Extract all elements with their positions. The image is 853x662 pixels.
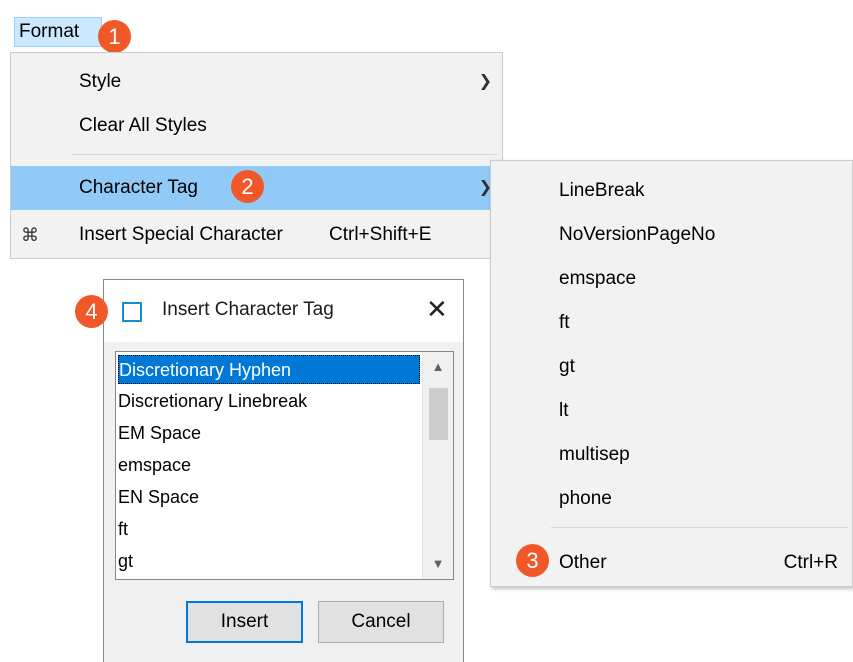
insert-button[interactable]: Insert xyxy=(186,601,303,643)
submenu-item[interactable]: gt xyxy=(559,345,575,389)
menu-item-style[interactable]: Style ❯ xyxy=(11,60,502,104)
scroll-down-icon[interactable]: ▼ xyxy=(423,549,453,579)
list-scrollbar[interactable]: ▲ ▼ xyxy=(422,352,453,579)
insert-character-tag-dialog: Insert Character Tag ✕ Discretionary Hyp… xyxy=(103,279,464,662)
menu-separator xyxy=(71,154,498,155)
menu-item-clear-all-styles[interactable]: Clear All Styles xyxy=(11,104,502,148)
character-tag-listbox[interactable]: Discretionary Hyphen Discretionary Lineb… xyxy=(115,351,454,580)
close-icon[interactable]: ✕ xyxy=(426,294,448,325)
submenu-separator xyxy=(551,527,848,528)
submenu-item[interactable]: NoVersionPageNo xyxy=(559,213,715,257)
scroll-thumb[interactable] xyxy=(429,388,448,440)
step-badge-4: 4 xyxy=(75,295,108,328)
dialog-title: Insert Character Tag xyxy=(162,299,334,320)
cancel-button[interactable]: Cancel xyxy=(318,601,444,643)
menu-item-label: Clear All Styles xyxy=(79,115,207,136)
submenu-item[interactable]: phone xyxy=(559,477,612,521)
step-badge-2: 2 xyxy=(231,170,264,203)
menu-item-insert-special-character[interactable]: ⌘ Insert Special Character Ctrl+Shift+E xyxy=(11,213,502,257)
submenu-item[interactable]: LineBreak xyxy=(559,169,645,213)
list-item[interactable]: ft xyxy=(118,515,420,544)
menu-item-label: Insert Special Character xyxy=(79,224,283,245)
character-tag-submenu: LineBreak NoVersionPageNo emspace ft gt … xyxy=(490,160,853,587)
chevron-right-icon: ❯ xyxy=(478,73,492,90)
menu-item-shortcut: Ctrl+Shift+E xyxy=(329,224,432,245)
scroll-up-icon[interactable]: ▲ xyxy=(423,352,453,382)
submenu-item-other[interactable]: Other xyxy=(559,541,607,585)
list-item[interactable]: emspace xyxy=(118,451,420,480)
list-item[interactable]: gt xyxy=(118,547,420,576)
list-item[interactable]: EM Space xyxy=(118,419,420,448)
step-badge-3: 3 xyxy=(516,544,549,577)
submenu-item[interactable]: ft xyxy=(559,301,570,345)
step-badge-1: 1 xyxy=(98,20,131,53)
list-item[interactable]: EN Space xyxy=(118,483,420,512)
format-menu: Style ❯ Clear All Styles Character Tag ❯… xyxy=(10,52,503,259)
submenu-item[interactable]: emspace xyxy=(559,257,636,301)
submenu-shortcut-other: Ctrl+R xyxy=(783,552,838,573)
menu-item-label: Character Tag xyxy=(79,177,198,198)
window-icon xyxy=(122,302,142,322)
submenu-item[interactable]: multisep xyxy=(559,433,630,477)
menubar-format[interactable]: Format xyxy=(14,17,102,47)
special-character-icon: ⌘ xyxy=(21,225,39,245)
list-item[interactable]: Discretionary Hyphen xyxy=(118,355,420,384)
dialog-titlebar: Insert Character Tag ✕ xyxy=(104,280,463,342)
submenu-item[interactable]: lt xyxy=(559,389,569,433)
menu-item-label: Style xyxy=(79,71,122,92)
list-item[interactable]: Discretionary Linebreak xyxy=(118,387,420,416)
